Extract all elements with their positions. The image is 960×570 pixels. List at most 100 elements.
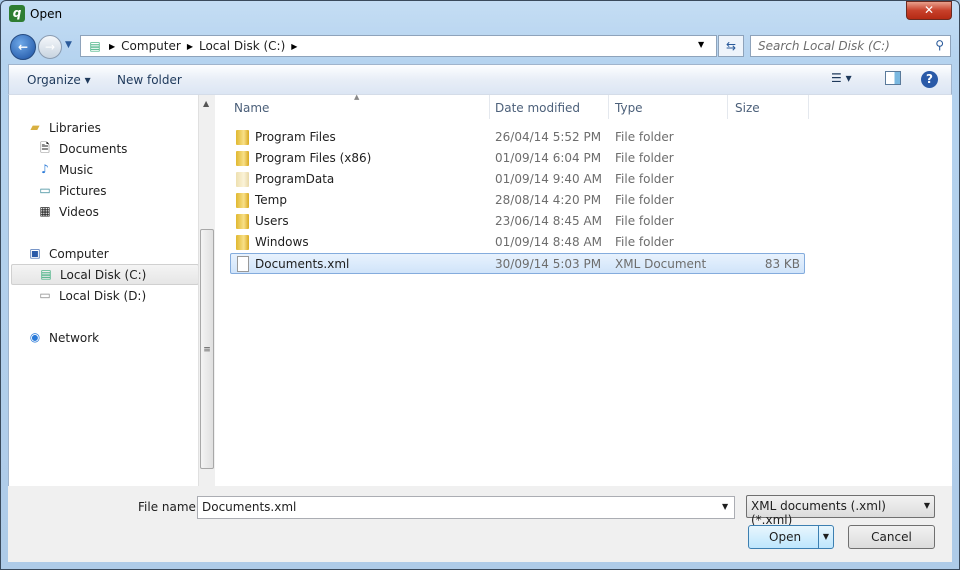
pictures-icon: ▭ — [39, 183, 51, 197]
file-row[interactable]: Program Files 26/04/14 5:52 PM File folder — [230, 127, 805, 148]
file-row[interactable]: Windows 01/09/14 8:48 AM File folder — [230, 232, 805, 253]
column-header-type[interactable]: Type — [615, 101, 643, 115]
view-options-icon[interactable]: ☰ ▾ — [831, 71, 852, 85]
folder-icon — [236, 172, 249, 187]
nav-label: Music — [59, 162, 94, 177]
nav-label: Network — [49, 330, 100, 345]
drive-icon: ▭ — [39, 288, 51, 302]
document-icon — [237, 256, 249, 272]
column-header-name[interactable]: Name — [234, 101, 269, 115]
folder-icon — [236, 235, 249, 250]
column-header-date[interactable]: Date modified — [495, 101, 580, 115]
file-name-label: File name: — [138, 500, 200, 514]
file-name: Program Files (x86) — [255, 151, 372, 165]
scroll-up-arrow[interactable]: ▲ — [203, 99, 209, 108]
close-button[interactable]: ✕ — [906, 1, 952, 20]
file-type: File folder — [615, 214, 674, 228]
file-name: ProgramData — [255, 172, 335, 186]
computer-icon: ▣ — [29, 246, 41, 260]
recent-pages-dropdown[interactable]: ▼ — [65, 40, 72, 50]
file-row[interactable]: ProgramData 01/09/14 9:40 AM File folder — [230, 169, 805, 190]
file-row[interactable]: Temp 28/08/14 4:20 PM File folder — [230, 190, 805, 211]
nav-libraries[interactable]: ▰ Libraries — [27, 117, 215, 138]
file-name: Users — [255, 214, 289, 228]
folder-icon — [236, 214, 249, 229]
libraries-icon: ▰ — [30, 120, 40, 134]
file-name-input[interactable]: Documents.xml — [197, 496, 735, 519]
sort-ascending-icon: ▲ — [354, 93, 360, 101]
nav-computer[interactable]: ▣ Computer — [27, 243, 215, 264]
file-list: Name ▲ Date modified Type Size Program F… — [216, 93, 952, 486]
file-type: File folder — [615, 172, 674, 186]
column-divider[interactable] — [608, 95, 609, 119]
search-input[interactable]: Search Local Disk (C:) ⚲ — [750, 35, 951, 57]
nav-music[interactable]: ♪ Music — [37, 159, 225, 180]
window-title: Open — [30, 7, 63, 21]
refresh-button[interactable]: ⇆ — [718, 35, 744, 57]
nav-label: Documents — [59, 141, 128, 156]
nav-local-disk-c[interactable]: ▤ Local Disk (C:) — [11, 264, 199, 285]
nav-label: Pictures — [59, 183, 107, 198]
file-name: Program Files — [255, 130, 336, 144]
organize-button[interactable]: Organize ▾ — [27, 73, 91, 87]
help-icon[interactable]: ? — [921, 71, 938, 88]
nav-label: Computer — [49, 246, 109, 261]
folder-icon — [236, 130, 249, 145]
file-date: 01/09/14 8:48 AM — [495, 235, 603, 249]
file-size: 83 KB — [764, 257, 800, 271]
column-divider[interactable] — [727, 95, 728, 119]
column-divider[interactable] — [489, 95, 490, 119]
address-bar[interactable]: ▤ ▶ Computer ▶ Local Disk (C:) ▶ — [80, 35, 717, 57]
toolbar: Organize ▾ New folder ☰ ▾ ? — [8, 64, 952, 95]
new-folder-button[interactable]: New folder — [117, 73, 182, 87]
drive-icon: ▤ — [40, 267, 52, 281]
network-icon: ◉ — [29, 330, 41, 344]
file-row[interactable]: Program Files (x86) 01/09/14 6:04 PM File … — [230, 148, 805, 169]
folder-icon — [236, 193, 249, 208]
nav-pictures[interactable]: ▭ Pictures — [37, 180, 225, 201]
breadcrumb-computer[interactable]: Computer — [121, 39, 181, 53]
videos-icon: ▦ — [39, 204, 51, 218]
search-placeholder: Search Local Disk (C:) — [758, 39, 890, 53]
forward-button[interactable]: → — [38, 35, 62, 59]
file-name: Temp — [255, 193, 287, 207]
column-header-size[interactable]: Size — [735, 101, 760, 115]
address-dropdown[interactable]: ▼ — [698, 40, 704, 49]
nav-videos[interactable]: ▦ Videos — [37, 201, 225, 222]
folder-icon — [236, 151, 249, 166]
column-divider[interactable] — [808, 95, 809, 119]
breadcrumb-separator[interactable]: ▶ — [187, 42, 193, 51]
cancel-button[interactable]: Cancel — [848, 525, 935, 549]
breadcrumb-local-disk[interactable]: Local Disk (C:) — [199, 39, 285, 53]
breadcrumb-separator[interactable]: ▶ — [291, 42, 297, 51]
file-date: 01/09/14 9:40 AM — [495, 172, 603, 186]
open-label: Open — [769, 530, 802, 544]
back-button[interactable]: ← — [10, 34, 36, 60]
drive-icon: ▤ — [89, 38, 101, 53]
file-type: File folder — [615, 151, 674, 165]
file-row-selected[interactable]: Documents.xml 30/09/14 5:03 PM XML Documen… — [230, 253, 805, 274]
documents-icon: 🗎 — [40, 141, 50, 155]
file-type-select[interactable]: XML documents (.xml) (*.xml) ▼ — [746, 495, 935, 527]
nav-label: Local Disk (D:) — [59, 288, 147, 303]
file-type: File folder — [615, 130, 674, 144]
file-date: 01/09/14 6:04 PM — [495, 151, 602, 165]
breadcrumb-separator[interactable]: ▶ — [109, 42, 115, 51]
file-name-dropdown-arrow[interactable]: ▼ — [722, 502, 728, 511]
open-button[interactable]: Open ▼ — [748, 525, 834, 549]
file-date: 26/04/14 5:52 PM — [495, 130, 602, 144]
file-name: Windows — [255, 235, 309, 249]
nav-documents[interactable]: 🗎 Documents — [37, 138, 225, 159]
navigation-pane: ▰ Libraries 🗎 Documents ♪ Music ▭ Pictures ▦… — [8, 95, 216, 486]
nav-label: Videos — [59, 204, 99, 219]
scrollbar-thumb[interactable]: ≡ — [200, 229, 214, 469]
nav-network[interactable]: ◉ Network — [27, 327, 215, 348]
preview-pane-icon[interactable] — [885, 71, 901, 85]
nav-local-disk-d[interactable]: ▭ Local Disk (D:) — [37, 285, 225, 306]
file-type: File folder — [615, 235, 674, 249]
file-row[interactable]: Users 23/06/14 8:45 AM File folder — [230, 211, 805, 232]
open-split-dropdown[interactable]: ▼ — [818, 526, 833, 548]
file-type: XML Document — [615, 257, 707, 271]
music-icon: ♪ — [41, 162, 49, 176]
file-date: 23/06/14 8:45 AM — [495, 214, 603, 228]
